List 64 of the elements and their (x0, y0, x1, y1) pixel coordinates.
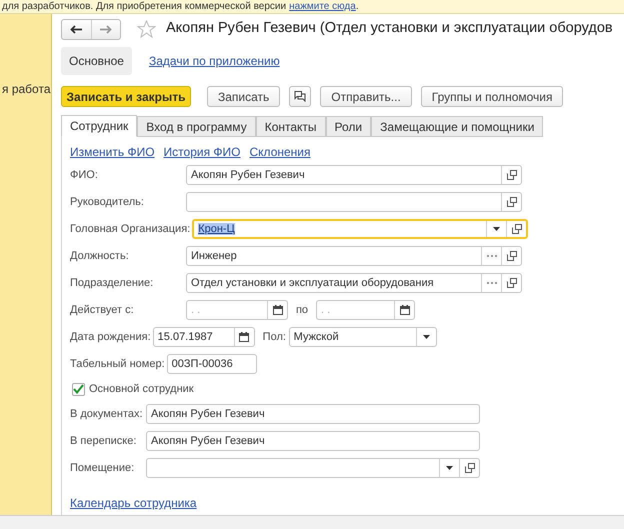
star-icon[interactable] (137, 20, 156, 38)
field-label: Действует с: (70, 302, 135, 318)
section-tab[interactable]: Задачи по приложению (140, 47, 288, 75)
tab[interactable]: Роли (326, 116, 372, 137)
calendar-icon (239, 332, 250, 342)
toolbar-button[interactable]: Записать (207, 86, 280, 107)
calendar-icon (400, 305, 410, 315)
input-field[interactable]: Акопян Рубен Гезевич (146, 404, 480, 424)
form-link[interactable]: Изменить ФИО (70, 143, 155, 161)
tab[interactable]: Сотрудник (61, 115, 138, 137)
notice-punctuation: . (356, 0, 359, 12)
input-field[interactable]: Крон-Ц (192, 219, 528, 239)
input-field[interactable]: Акопян Рубен Гезевич (146, 431, 480, 451)
tab[interactable]: Вход в программу (137, 116, 256, 137)
dropdown-arrow-icon (446, 466, 453, 470)
open-window-icon (464, 463, 474, 473)
form-link[interactable]: Склонения (250, 143, 310, 161)
open-window-icon (506, 251, 516, 261)
field-label: Табельный номер: (70, 356, 166, 372)
input-field[interactable]: Акопян Рубен Гезевич (186, 165, 522, 185)
calendar-link[interactable]: Календарь сотрудника (70, 494, 197, 512)
toolbar-icon-button[interactable] (289, 86, 312, 107)
field-label: Руководитель: (70, 194, 145, 210)
calendar-icon (272, 305, 282, 315)
input-field[interactable]: Мужской (288, 327, 437, 347)
input-field[interactable]: 15.07.1987 (152, 327, 255, 347)
tab[interactable]: Контакты (256, 116, 326, 137)
field-label: Подразделение: (70, 276, 154, 291)
field-label: Головная Организация: (70, 222, 192, 237)
window-title: Акопян Рубен Гезевич (Отдел установки и эксплуатации оборудов (166, 19, 613, 38)
section-tab[interactable]: Основное (61, 47, 132, 75)
input-field[interactable]: Инженер (186, 246, 522, 266)
field-label: по (294, 302, 310, 318)
sidebar-item[interactable]: я работа (0, 80, 51, 98)
checkmark-icon (73, 384, 84, 394)
purchase-link[interactable]: нажмите сюда (289, 0, 356, 12)
open-window-icon (512, 224, 522, 234)
toolbar-button[interactable]: Отправить... (320, 86, 412, 107)
field-label: В переписке: (70, 434, 138, 449)
field-label: ФИО: (70, 168, 99, 183)
open-window-icon (506, 197, 516, 207)
checkbox-label: Основной сотрудник (89, 382, 194, 397)
field-label: Дата рождения: (70, 330, 152, 345)
notice-text: для разработчиков. Для приобретения коммерческой версии (2, 0, 286, 12)
tab[interactable]: Замещающие и помощники (371, 116, 544, 137)
input-field[interactable] (186, 192, 522, 212)
input-field[interactable] (146, 458, 480, 478)
forward-arrow-icon (99, 24, 112, 34)
open-window-icon (506, 170, 516, 180)
dropdown-arrow-icon (493, 227, 500, 231)
field-label: В документах: (70, 406, 144, 422)
speech-bubbles-icon (294, 91, 306, 102)
toolbar-button[interactable]: Группы и полномочия (420, 86, 564, 107)
input-field[interactable]: 00ЗП-00036 (166, 354, 257, 374)
field-label: Помещение: (70, 460, 136, 476)
field-label: Должность: (70, 248, 130, 264)
open-window-icon (506, 278, 516, 288)
field-label: Пол: (262, 330, 287, 345)
form-link[interactable]: История ФИО (164, 143, 240, 161)
dropdown-arrow-icon (422, 335, 430, 339)
checkbox[interactable] (72, 382, 85, 396)
input-field[interactable]: Отдел установки и эксплуатации оборудования (186, 273, 522, 293)
back-arrow-icon (70, 24, 83, 34)
save-and-close-button[interactable]: Записать и закрыть (61, 86, 191, 107)
